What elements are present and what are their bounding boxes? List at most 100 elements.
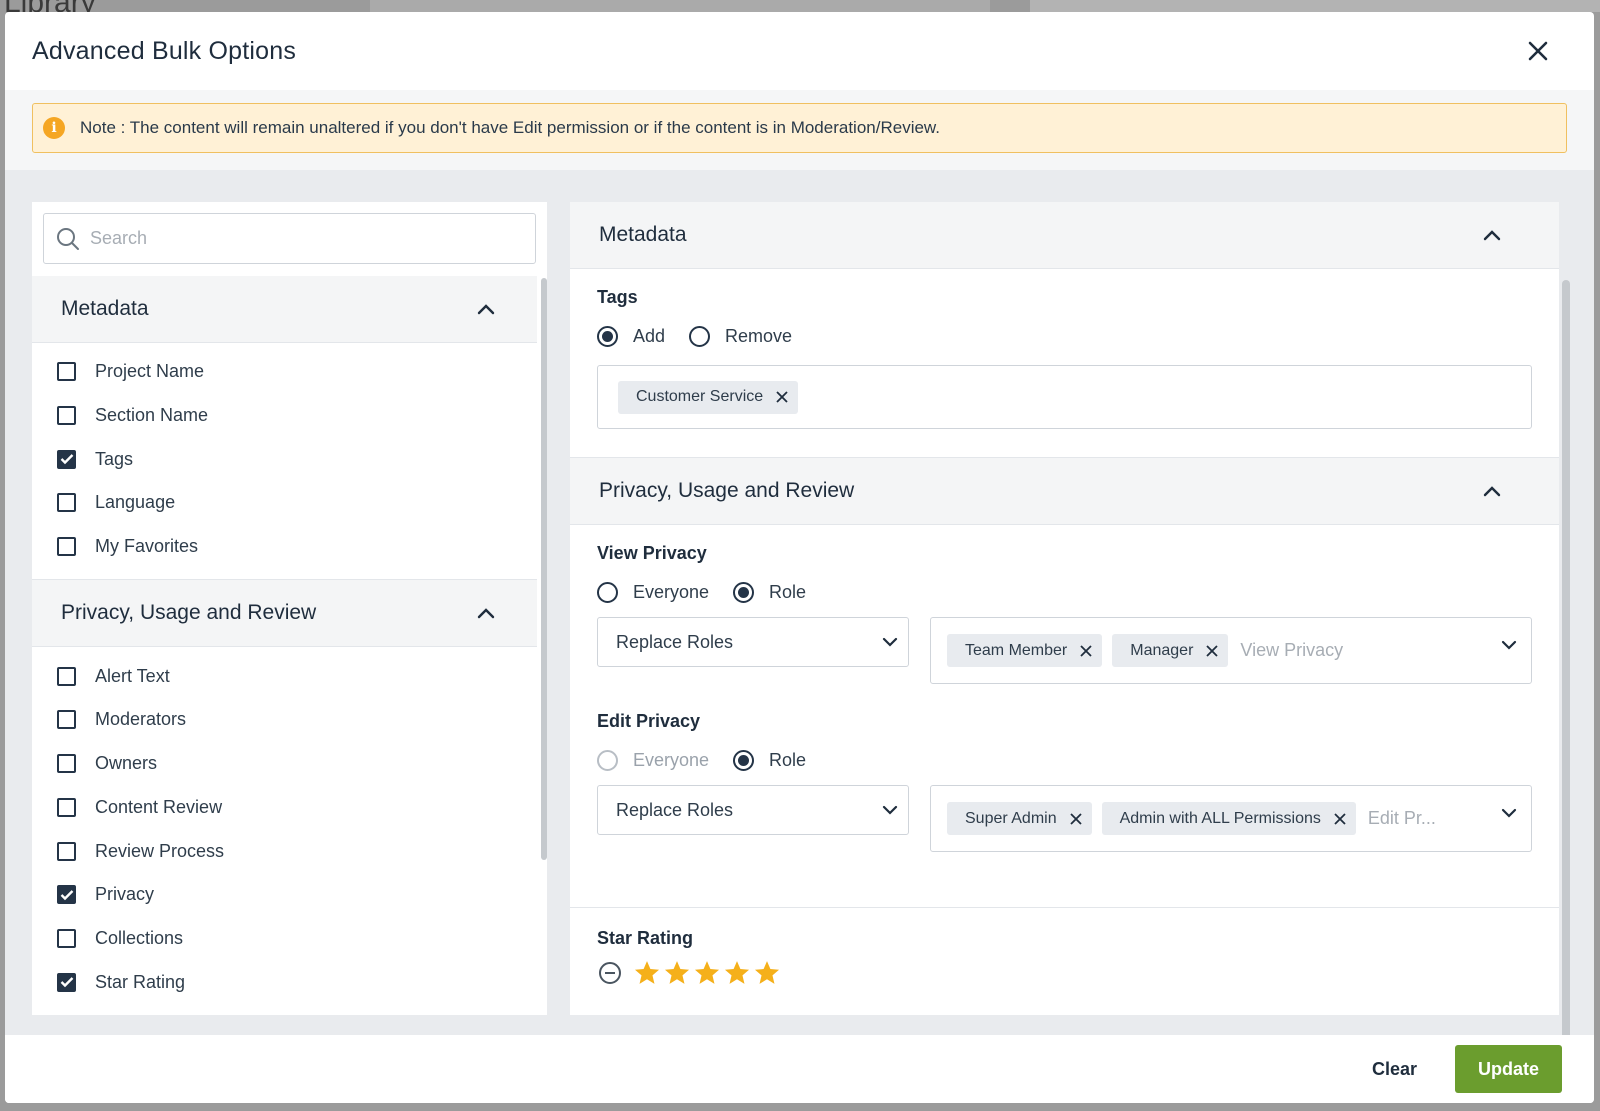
view-role-mode-select[interactable]: Replace Roles — [597, 617, 909, 667]
star-icon[interactable] — [693, 959, 721, 987]
remove-role-button[interactable] — [1080, 644, 1092, 657]
section-header-privacy[interactable]: Privacy, Usage and Review — [32, 580, 537, 648]
checkbox[interactable] — [57, 362, 76, 382]
modal-footer: Clear Update — [5, 1035, 1594, 1103]
search-input[interactable] — [90, 228, 490, 249]
checkbox[interactable] — [57, 928, 76, 948]
option-label: Alert Text — [95, 665, 170, 686]
edit-role-mode-select[interactable]: Replace Roles — [597, 785, 909, 835]
options-scroll-area[interactable]: Metadata Project Name Section Name Tags Lan… — [32, 276, 537, 1015]
chevron-up-icon — [477, 608, 495, 619]
search-field[interactable] — [43, 213, 536, 264]
option-item[interactable]: Star Rating — [32, 960, 537, 1004]
view-privacy-roles-input[interactable]: Team Member Manager View Privacy — [930, 617, 1532, 684]
detail-section-title: Metadata — [599, 223, 687, 246]
options-detail-panel: Metadata Tags Add Remove Customer Servic… — [570, 202, 1559, 1015]
options-list-panel: Metadata Project Name Section Name Tags Lan… — [32, 202, 547, 1015]
view-role-radio[interactable] — [733, 582, 755, 603]
view-privacy-placeholder: View Privacy — [1240, 640, 1344, 660]
option-item[interactable]: Language — [32, 481, 537, 525]
checkbox[interactable] — [57, 449, 76, 469]
edit-role-radio[interactable] — [733, 750, 755, 771]
close-button[interactable] — [1523, 36, 1553, 66]
option-label: Privacy — [95, 884, 155, 905]
tag-chip: Customer Service — [618, 380, 799, 414]
right-scrollbar[interactable] — [1562, 280, 1570, 1065]
option-label: Language — [95, 492, 176, 513]
section-divider — [32, 568, 537, 581]
checkbox[interactable] — [57, 537, 76, 557]
option-item[interactable]: Alert Text — [32, 654, 537, 698]
edit-privacy-radio-group: Everyone Role — [597, 750, 1559, 771]
option-item[interactable]: Owners — [32, 742, 537, 786]
note-banner: i Note : The content will remain unalter… — [32, 103, 1567, 153]
option-item[interactable]: Project Name — [32, 350, 537, 394]
star-icon[interactable] — [723, 959, 751, 987]
option-item[interactable]: My Favorites — [32, 525, 537, 569]
privacy-section: View Privacy Everyone Role Replace Roles — [570, 525, 1559, 908]
role-chip-label: Super Admin — [965, 809, 1057, 827]
option-item[interactable]: Tags — [32, 437, 537, 481]
checkmark-icon — [60, 454, 73, 465]
remove-role-button[interactable] — [1069, 812, 1082, 825]
close-icon — [1334, 812, 1346, 825]
option-item[interactable]: Moderators — [32, 698, 537, 742]
checkbox[interactable] — [57, 841, 76, 861]
clear-button[interactable]: Clear — [1372, 1059, 1417, 1080]
chevron-up-icon — [1483, 230, 1501, 241]
checkbox[interactable] — [57, 972, 76, 992]
remove-role-button[interactable] — [1334, 812, 1346, 825]
close-icon — [1080, 644, 1092, 657]
checkmark-icon — [60, 889, 73, 900]
checkbox[interactable] — [57, 797, 76, 817]
metadata-options: Project Name Section Name Tags Language My F… — [32, 343, 537, 568]
star-icon[interactable] — [753, 959, 781, 987]
star-rating-control — [597, 959, 1559, 987]
edit-privacy-roles-input[interactable]: Super Admin Admin with ALL Permissions E… — [930, 785, 1532, 852]
remove-tag-button[interactable] — [776, 391, 788, 403]
advanced-bulk-options-modal: Advanced Bulk Options i Note : The conte… — [5, 12, 1594, 1103]
chevron-up-icon — [477, 304, 495, 315]
tags-section: Tags Add Remove Customer Service — [570, 269, 1559, 458]
option-item[interactable]: Section Name — [32, 394, 537, 438]
chevron-down-icon[interactable] — [1501, 640, 1517, 650]
left-scrollbar[interactable] — [541, 278, 547, 860]
detail-header-privacy[interactable]: Privacy, Usage and Review — [570, 458, 1559, 525]
add-radio[interactable] — [597, 326, 618, 347]
star-rating-label: Star Rating — [597, 928, 694, 948]
option-item[interactable]: Content Review — [32, 786, 537, 830]
chevron-down-icon[interactable] — [1501, 808, 1517, 818]
background-search — [370, 0, 990, 12]
detail-header-metadata[interactable]: Metadata — [570, 202, 1559, 269]
checkbox[interactable] — [57, 710, 76, 730]
option-item[interactable]: Collections — [32, 917, 537, 961]
section-header-metadata[interactable]: Metadata — [32, 276, 537, 343]
info-icon: i — [43, 117, 65, 139]
option-item[interactable]: Review Process — [32, 829, 537, 873]
checkbox[interactable] — [57, 493, 76, 513]
view-privacy-radio-group: Everyone Role — [597, 582, 1559, 603]
close-icon — [1528, 41, 1548, 61]
tags-label: Tags — [597, 287, 638, 307]
role-chip-label: Manager — [1130, 641, 1194, 659]
star-icon[interactable] — [663, 959, 691, 987]
clear-rating-icon[interactable] — [597, 960, 623, 986]
checkbox[interactable] — [57, 754, 76, 774]
option-label: Section Name — [95, 405, 209, 426]
star-icon[interactable] — [633, 959, 661, 987]
star-rating-section: Star Rating — [570, 908, 1559, 987]
view-privacy-label: View Privacy — [597, 543, 707, 563]
tags-mode-radio-group: Add Remove — [597, 326, 1559, 347]
remove-radio[interactable] — [689, 326, 711, 347]
checkbox[interactable] — [57, 885, 76, 905]
tags-input[interactable]: Customer Service — [597, 365, 1532, 429]
view-everyone-radio[interactable] — [597, 582, 618, 603]
remove-role-button[interactable] — [1206, 644, 1219, 657]
privacy-options: Alert Text Moderators Owners Content Review… — [32, 647, 537, 1004]
checkbox[interactable] — [57, 666, 76, 686]
option-item[interactable]: Privacy — [32, 873, 537, 917]
section-title: Metadata — [61, 297, 149, 320]
note-text: Note : The content will remain unaltered… — [80, 118, 940, 137]
update-button[interactable]: Update — [1455, 1045, 1562, 1093]
checkbox[interactable] — [57, 406, 76, 426]
